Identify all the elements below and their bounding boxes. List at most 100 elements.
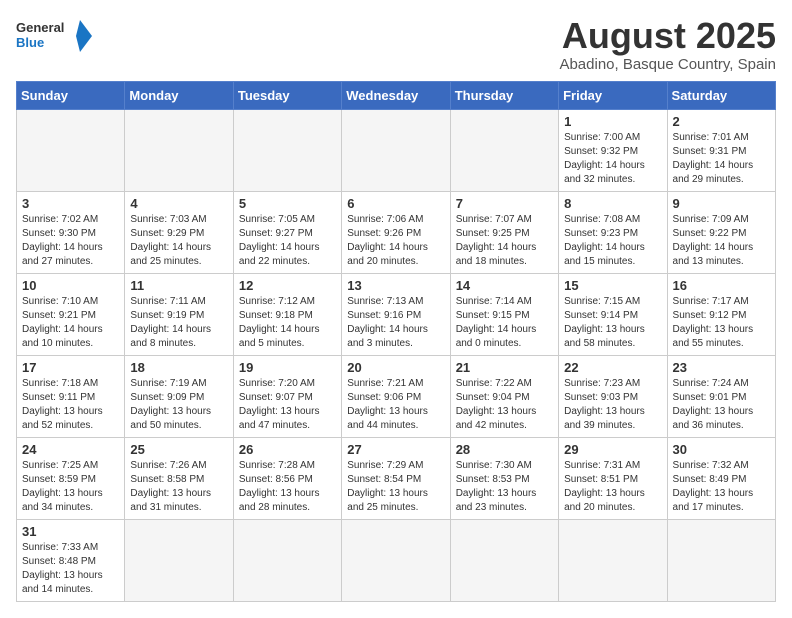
day-info: Sunrise: 7:08 AMSunset: 9:23 PMDaylight:… (564, 213, 661, 269)
weekday-header-saturday: Saturday (667, 81, 775, 109)
weekday-header-wednesday: Wednesday (342, 81, 450, 109)
calendar-cell: 7 Sunrise: 7:07 AMSunset: 9:25 PMDaylight… (450, 191, 558, 273)
day-info: Sunrise: 7:14 AMSunset: 9:15 PMDaylight:… (456, 295, 553, 351)
calendar-cell: 17Sunrise: 7:18 AMSunset: 9:11 PMDayligh… (17, 355, 125, 437)
page-header: General Blue August 2025 Abadino, Basque… (16, 16, 776, 73)
day-info: Sunrise: 7:15 AMSunset: 9:14 PMDaylight:… (564, 295, 661, 351)
calendar-cell (559, 519, 667, 601)
day-number: 20 (347, 360, 444, 375)
weekday-header-monday: Monday (125, 81, 233, 109)
day-info: Sunrise: 7:00 AMSunset: 9:32 PMDaylight:… (564, 131, 661, 187)
weekday-header-sunday: Sunday (17, 81, 125, 109)
logo: General Blue (16, 16, 96, 56)
calendar-cell (125, 109, 233, 191)
day-number: 22 (564, 360, 661, 375)
calendar-cell (667, 519, 775, 601)
day-number: 4 (130, 196, 227, 211)
calendar-cell (125, 519, 233, 601)
calendar-subtitle: Abadino, Basque Country, Spain (559, 56, 776, 73)
day-number: 24 (22, 442, 119, 457)
calendar-cell: 18 Sunrise: 7:19 AMSunset: 9:09 PMDayligh… (125, 355, 233, 437)
calendar-cell: 15Sunrise: 7:15 AMSunset: 9:14 PMDayligh… (559, 273, 667, 355)
day-info: Sunrise: 7:19 AMSunset: 9:09 PMDaylight:… (130, 377, 227, 433)
weekday-header-row: SundayMondayTuesdayWednesdayThursdayFrid… (17, 81, 776, 109)
day-info: Sunrise: 7:02 AMSunset: 9:30 PMDaylight:… (22, 213, 119, 269)
calendar-cell: 6 Sunrise: 7:06 AMSunset: 9:26 PMDaylight… (342, 191, 450, 273)
calendar-cell: 14 Sunrise: 7:14 AMSunset: 9:15 PMDayligh… (450, 273, 558, 355)
calendar-cell (342, 109, 450, 191)
day-number: 8 (564, 196, 661, 211)
day-number: 11 (130, 278, 227, 293)
day-info: Sunrise: 7:30 AMSunset: 8:53 PMDaylight:… (456, 459, 553, 515)
calendar-cell: 20 Sunrise: 7:21 AMSunset: 9:06 PMDayligh… (342, 355, 450, 437)
day-info: Sunrise: 7:31 AMSunset: 8:51 PMDaylight:… (564, 459, 661, 515)
day-info: Sunrise: 7:01 AMSunset: 9:31 PMDaylight:… (673, 131, 770, 187)
calendar-cell: 21 Sunrise: 7:22 AMSunset: 9:04 PMDayligh… (450, 355, 558, 437)
calendar-cell: 3Sunrise: 7:02 AMSunset: 9:30 PMDaylight… (17, 191, 125, 273)
calendar-cell: 5 Sunrise: 7:05 AMSunset: 9:27 PMDaylight… (233, 191, 341, 273)
day-number: 1 (564, 114, 661, 129)
day-info: Sunrise: 7:20 AMSunset: 9:07 PMDaylight:… (239, 377, 336, 433)
day-number: 18 (130, 360, 227, 375)
day-number: 16 (673, 278, 770, 293)
calendar-cell: 28Sunrise: 7:30 AMSunset: 8:53 PMDayligh… (450, 437, 558, 519)
weekday-header-friday: Friday (559, 81, 667, 109)
day-number: 30 (673, 442, 770, 457)
calendar-cell: 26 Sunrise: 7:28 AMSunset: 8:56 PMDayligh… (233, 437, 341, 519)
calendar-cell: 9Sunrise: 7:09 AMSunset: 9:22 PMDaylight… (667, 191, 775, 273)
day-info: Sunrise: 7:32 AMSunset: 8:49 PMDaylight:… (673, 459, 770, 515)
day-number: 5 (239, 196, 336, 211)
day-info: Sunrise: 7:07 AMSunset: 9:25 PMDaylight:… (456, 213, 553, 269)
calendar-cell: 2 Sunrise: 7:01 AMSunset: 9:31 PMDaylight… (667, 109, 775, 191)
calendar-cell: 10 Sunrise: 7:10 AMSunset: 9:21 PMDayligh… (17, 273, 125, 355)
day-number: 25 (130, 442, 227, 457)
calendar-cell (233, 109, 341, 191)
day-info: Sunrise: 7:10 AMSunset: 9:21 PMDaylight:… (22, 295, 119, 351)
day-info: Sunrise: 7:25 AMSunset: 8:59 PMDaylight:… (22, 459, 119, 515)
day-number: 29 (564, 442, 661, 457)
day-info: Sunrise: 7:03 AMSunset: 9:29 PMDaylight:… (130, 213, 227, 269)
day-info: Sunrise: 7:26 AMSunset: 8:58 PMDaylight:… (130, 459, 227, 515)
day-info: Sunrise: 7:05 AMSunset: 9:27 PMDaylight:… (239, 213, 336, 269)
calendar-cell (233, 519, 341, 601)
title-area: August 2025 Abadino, Basque Country, Spa… (559, 16, 776, 73)
day-info: Sunrise: 7:21 AMSunset: 9:06 PMDaylight:… (347, 377, 444, 433)
calendar-cell: 31Sunrise: 7:33 AMSunset: 8:48 PMDayligh… (17, 519, 125, 601)
day-info: Sunrise: 7:11 AMSunset: 9:19 PMDaylight:… (130, 295, 227, 351)
week-row-5: 24 Sunrise: 7:25 AMSunset: 8:59 PMDayligh… (17, 437, 776, 519)
day-number: 10 (22, 278, 119, 293)
week-row-6: 31Sunrise: 7:33 AMSunset: 8:48 PMDayligh… (17, 519, 776, 601)
day-number: 2 (673, 114, 770, 129)
calendar-cell (450, 519, 558, 601)
svg-text:Blue: Blue (16, 35, 44, 50)
day-info: Sunrise: 7:09 AMSunset: 9:22 PMDaylight:… (673, 213, 770, 269)
week-row-4: 17Sunrise: 7:18 AMSunset: 9:11 PMDayligh… (17, 355, 776, 437)
calendar-cell (342, 519, 450, 601)
calendar-cell: 24 Sunrise: 7:25 AMSunset: 8:59 PMDayligh… (17, 437, 125, 519)
day-info: Sunrise: 7:13 AMSunset: 9:16 PMDaylight:… (347, 295, 444, 351)
day-info: Sunrise: 7:22 AMSunset: 9:04 PMDaylight:… (456, 377, 553, 433)
day-number: 6 (347, 196, 444, 211)
calendar-cell: 29 Sunrise: 7:31 AMSunset: 8:51 PMDayligh… (559, 437, 667, 519)
calendar-cell: 27Sunrise: 7:29 AMSunset: 8:54 PMDayligh… (342, 437, 450, 519)
day-info: Sunrise: 7:12 AMSunset: 9:18 PMDaylight:… (239, 295, 336, 351)
day-number: 7 (456, 196, 553, 211)
day-number: 13 (347, 278, 444, 293)
calendar-table: SundayMondayTuesdayWednesdayThursdayFrid… (16, 81, 776, 602)
day-info: Sunrise: 7:29 AMSunset: 8:54 PMDaylight:… (347, 459, 444, 515)
calendar-cell: 1 Sunrise: 7:00 AMSunset: 9:32 PMDaylight… (559, 109, 667, 191)
day-number: 12 (239, 278, 336, 293)
day-number: 21 (456, 360, 553, 375)
weekday-header-thursday: Thursday (450, 81, 558, 109)
calendar-cell: 22Sunrise: 7:23 AMSunset: 9:03 PMDayligh… (559, 355, 667, 437)
day-info: Sunrise: 7:24 AMSunset: 9:01 PMDaylight:… (673, 377, 770, 433)
day-number: 26 (239, 442, 336, 457)
calendar-cell: 11 Sunrise: 7:11 AMSunset: 9:19 PMDayligh… (125, 273, 233, 355)
day-info: Sunrise: 7:28 AMSunset: 8:56 PMDaylight:… (239, 459, 336, 515)
day-number: 17 (22, 360, 119, 375)
svg-text:General: General (16, 20, 64, 35)
day-info: Sunrise: 7:06 AMSunset: 9:26 PMDaylight:… (347, 213, 444, 269)
calendar-cell (17, 109, 125, 191)
calendar-cell: 25 Sunrise: 7:26 AMSunset: 8:58 PMDayligh… (125, 437, 233, 519)
day-number: 14 (456, 278, 553, 293)
